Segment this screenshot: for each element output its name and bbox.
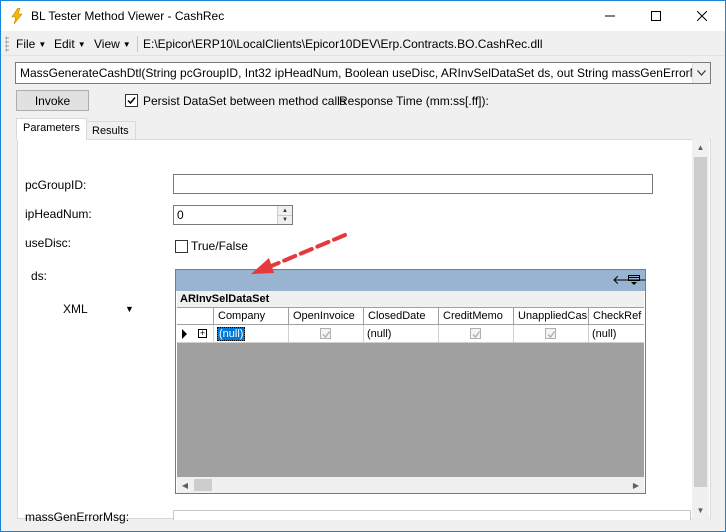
table-cell[interactable] bbox=[289, 325, 364, 343]
ipheadnum-stepper[interactable]: 0 ▲ ▼ bbox=[173, 205, 293, 225]
tab-results[interactable]: Results bbox=[85, 121, 136, 141]
vertical-scrollbar[interactable]: ▲ ▼ bbox=[692, 139, 709, 519]
lightning-bolt-icon bbox=[11, 8, 23, 24]
pcgroupid-input[interactable] bbox=[173, 174, 653, 194]
ipheadnum-spinner[interactable]: ▲ ▼ bbox=[277, 206, 292, 224]
invoke-button[interactable]: Invoke bbox=[16, 90, 89, 111]
chevron-down-icon bbox=[697, 70, 706, 76]
method-signature: MassGenerateCashDtl(String pcGroupID, In… bbox=[20, 66, 692, 80]
grid-empty-area bbox=[177, 343, 644, 477]
grid-table-name: ARInvSelDataSet bbox=[177, 291, 644, 308]
checkmark-icon bbox=[472, 331, 481, 339]
chevron-down-icon: ▼ bbox=[38, 40, 47, 49]
ds-label: ds: bbox=[31, 269, 48, 283]
close-icon bbox=[697, 11, 707, 21]
column-header[interactable]: CheckRef bbox=[589, 308, 644, 325]
toolbar-grip[interactable] bbox=[5, 36, 9, 52]
spin-up-icon[interactable]: ▲ bbox=[278, 206, 292, 215]
usedisc-label: useDisc: bbox=[25, 236, 72, 250]
table-cell[interactable] bbox=[514, 325, 589, 343]
menu-file-label: File bbox=[16, 37, 36, 51]
chevron-down-icon: ▼ bbox=[77, 40, 86, 49]
column-header[interactable]: Company bbox=[214, 308, 289, 325]
menu-bar: File ▼ Edit ▼ View ▼ E:\Epicor\ERP10\LocalC… bbox=[1, 32, 725, 56]
usedisc-checkbox-label: True/False bbox=[191, 239, 248, 253]
minimize-button[interactable] bbox=[587, 1, 633, 31]
checkmark-icon bbox=[322, 331, 331, 339]
checkmark-icon bbox=[547, 331, 556, 339]
table-cell[interactable]: (null) bbox=[364, 325, 439, 343]
annotation-arrow-icon bbox=[251, 233, 347, 274]
maximize-icon bbox=[651, 11, 661, 21]
column-header[interactable]: OpenInvoice bbox=[289, 308, 364, 325]
minimize-icon bbox=[605, 15, 615, 17]
cell-value: (null) bbox=[217, 327, 246, 341]
menu-edit-label: Edit bbox=[54, 37, 75, 51]
pcgroupid-label: pcGroupID: bbox=[25, 178, 87, 192]
title-bar: BL Tester Method Viewer - CashRec bbox=[1, 1, 725, 31]
table-cell[interactable]: (null) bbox=[214, 325, 289, 343]
massgenerrormsg-label: massGenErrorMsg: bbox=[25, 510, 130, 524]
checkbox-icon[interactable] bbox=[320, 328, 331, 339]
ipheadnum-value: 0 bbox=[177, 208, 184, 222]
column-header[interactable]: UnappliedCas bbox=[514, 308, 589, 325]
massgenerrormsg-output[interactable] bbox=[173, 510, 691, 520]
scroll-left-icon[interactable]: ◀ bbox=[177, 477, 193, 493]
menu-view-label: View bbox=[94, 37, 120, 51]
scroll-right-icon[interactable]: ▶ bbox=[628, 477, 644, 493]
usedisc-checkbox[interactable] bbox=[175, 240, 188, 253]
table-row[interactable]: + (null) (null) (null) bbox=[177, 325, 644, 343]
dataset-grid[interactable]: 🡐 ARInvSelDataSet Company OpenInvoice Cl… bbox=[175, 269, 647, 494]
maximize-button[interactable] bbox=[633, 1, 679, 31]
checkbox-icon[interactable] bbox=[545, 328, 556, 339]
response-time-label: Response Time (mm:ss[.ff]): bbox=[339, 94, 489, 108]
table-cell[interactable]: (null) bbox=[589, 325, 644, 343]
row-header-corner bbox=[177, 308, 214, 325]
column-header[interactable]: ClosedDate bbox=[364, 308, 439, 325]
menu-separator bbox=[137, 36, 138, 52]
checkmark-icon bbox=[127, 97, 136, 105]
grid-header-row: Company OpenInvoice ClosedDate CreditMem… bbox=[177, 308, 644, 325]
toggle-caption-icon[interactable] bbox=[628, 274, 640, 286]
ipheadnum-label: ipHeadNum: bbox=[25, 207, 92, 221]
scroll-thumb[interactable] bbox=[194, 479, 212, 491]
scroll-down-icon[interactable]: ▼ bbox=[692, 502, 709, 519]
tab-parameters-label: Parameters bbox=[23, 122, 80, 134]
window-title: BL Tester Method Viewer - CashRec bbox=[31, 9, 225, 23]
menu-view[interactable]: View ▼ bbox=[94, 37, 131, 51]
persist-dataset-checkbox[interactable] bbox=[125, 94, 138, 107]
row-header[interactable]: + bbox=[177, 325, 214, 343]
current-row-icon bbox=[182, 329, 187, 339]
ds-format-select[interactable]: XML bbox=[63, 302, 88, 316]
persist-dataset-label: Persist DataSet between method calls bbox=[143, 94, 346, 108]
method-select[interactable]: MassGenerateCashDtl(String pcGroupID, In… bbox=[15, 62, 711, 84]
tab-results-label: Results bbox=[92, 125, 129, 137]
checkbox-icon[interactable] bbox=[470, 328, 481, 339]
horizontal-scrollbar[interactable]: ◀ ▶ bbox=[177, 477, 644, 493]
app-window: BL Tester Method Viewer - CashRec File ▼ … bbox=[0, 0, 726, 532]
expand-row-icon[interactable]: + bbox=[198, 329, 207, 338]
column-header[interactable]: CreditMemo bbox=[439, 308, 514, 325]
menu-file[interactable]: File ▼ bbox=[16, 37, 46, 51]
scroll-up-icon[interactable]: ▲ bbox=[692, 139, 709, 156]
chevron-down-icon[interactable]: ▼ bbox=[125, 304, 134, 314]
scroll-thumb[interactable] bbox=[694, 157, 707, 487]
table-cell[interactable] bbox=[439, 325, 514, 343]
tab-parameters[interactable]: Parameters bbox=[16, 118, 87, 140]
spin-down-icon[interactable]: ▼ bbox=[278, 215, 292, 224]
method-dropdown-button[interactable] bbox=[692, 63, 710, 83]
close-button[interactable] bbox=[679, 1, 725, 31]
menu-edit[interactable]: Edit ▼ bbox=[54, 37, 86, 51]
chevron-down-icon: ▼ bbox=[122, 40, 131, 49]
assembly-path: E:\Epicor\ERP10\LocalClients\Epicor10DEV… bbox=[143, 37, 543, 51]
